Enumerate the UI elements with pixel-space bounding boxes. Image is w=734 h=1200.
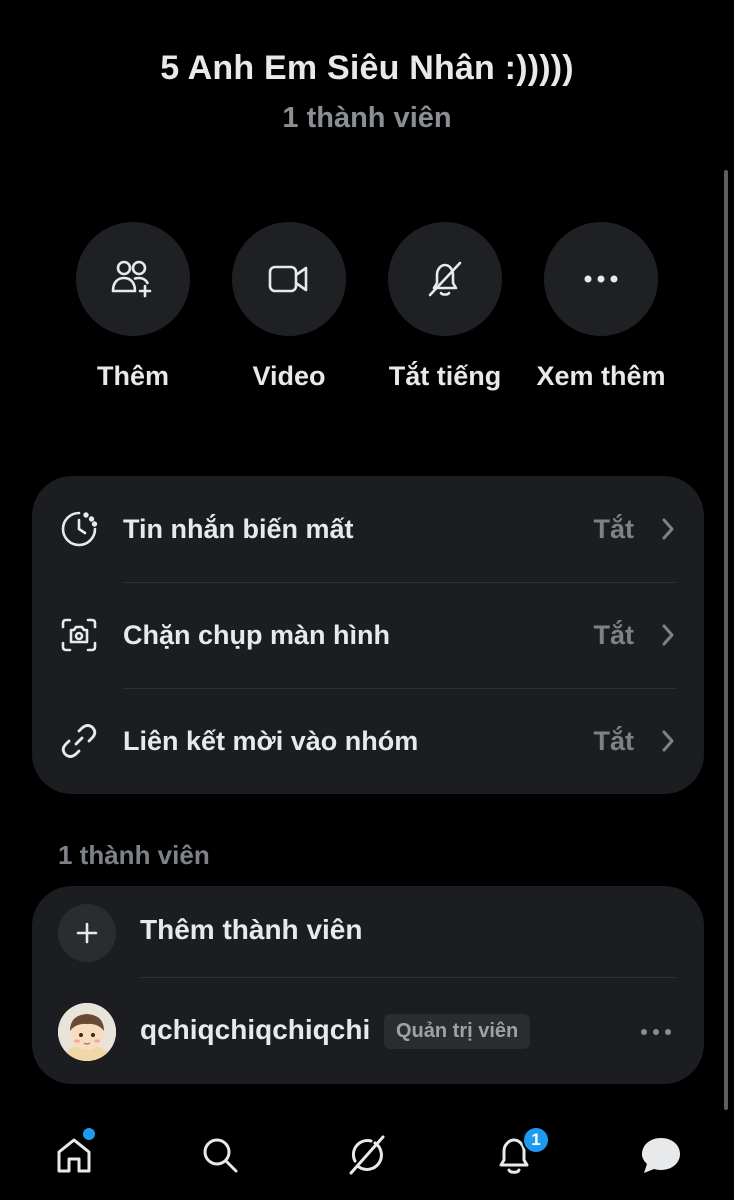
- messages-icon: [642, 1138, 680, 1173]
- notification-count-badge: 1: [522, 1126, 550, 1154]
- bottom-tab-bar: [0, 1110, 734, 1200]
- settings-row-screenshot-block[interactable]: Chặn chụp màn hình Tắt: [32, 582, 704, 688]
- avatar[interactable]: [58, 1003, 116, 1061]
- action-label-mute: Tắt tiếng: [388, 361, 502, 391]
- video-camera-icon: [268, 265, 308, 293]
- plus-icon: [76, 922, 98, 944]
- scrollbar[interactable]: [724, 170, 728, 1110]
- timer-icon: [58, 508, 100, 550]
- members-card: Thêm thành viên qchiqchiqchiqchi Quản tr…: [32, 886, 704, 1084]
- add-people-icon: [111, 260, 152, 298]
- settings-title: Tin nhắn biến mất: [123, 513, 354, 544]
- row-divider: [140, 977, 676, 978]
- settings-value: Tắt: [593, 619, 635, 650]
- search-icon: [203, 1138, 238, 1173]
- settings-value: Tắt: [593, 513, 635, 544]
- more-circle[interactable]: [544, 222, 658, 336]
- admin-badge: Quản trị viên: [384, 1014, 531, 1049]
- group-info-screen: 5 Anh Em Siêu Nhân :))))) 1 thành viên T…: [0, 0, 734, 1200]
- link-icon: [58, 720, 100, 762]
- chevron-right-icon: [658, 515, 678, 543]
- action-label-video: Video: [252, 361, 326, 391]
- member-username: qchiqchiqchiqchi: [140, 1014, 371, 1045]
- tab-messages[interactable]: [638, 1132, 684, 1178]
- settings-card: Tin nhắn biến mất Tắt Chặn chụp màn hình…: [32, 476, 704, 794]
- settings-title: Liên kết mời vào nhóm: [123, 725, 419, 756]
- add-member-button[interactable]: [58, 904, 116, 962]
- tab-grok[interactable]: [344, 1132, 390, 1178]
- home-unread-dot: [83, 1128, 95, 1140]
- members-section-label: 1 thành viên: [58, 840, 210, 870]
- mute-circle[interactable]: [388, 222, 502, 336]
- settings-value: Tắt: [593, 725, 635, 756]
- mute-button[interactable]: Tắt tiếng: [365, 222, 525, 394]
- video-circle[interactable]: [232, 222, 346, 336]
- member-more-button[interactable]: [638, 1020, 674, 1044]
- more-horizontal-icon: [584, 275, 618, 283]
- chevron-right-icon: [658, 727, 678, 755]
- settings-title: Chặn chụp màn hình: [123, 619, 390, 650]
- screenshot-block-icon: [58, 614, 100, 656]
- more-button[interactable]: Xem thêm: [521, 222, 681, 394]
- tab-search[interactable]: [197, 1132, 243, 1178]
- action-label-more: Xem thêm: [536, 361, 666, 391]
- group-member-count: 1 thành viên: [282, 102, 452, 134]
- settings-row-invite-link[interactable]: Liên kết mời vào nhóm Tắt: [32, 688, 704, 794]
- group-name: 5 Anh Em Siêu Nhân :))))): [160, 49, 574, 87]
- video-button[interactable]: Video: [209, 222, 369, 394]
- settings-row-disappearing-messages[interactable]: Tin nhắn biến mất Tắt: [32, 476, 704, 582]
- home-icon: [57, 1138, 91, 1173]
- add-people-circle[interactable]: [76, 222, 190, 336]
- bell-muted-icon: [428, 261, 462, 297]
- group-header: 5 Anh Em Siêu Nhân :))))) 1 thành viên: [0, 40, 734, 138]
- add-member-label[interactable]: Thêm thành viên: [140, 914, 362, 946]
- grok-icon: [349, 1135, 385, 1175]
- add-people-button[interactable]: Thêm: [53, 222, 213, 394]
- chevron-right-icon: [658, 621, 678, 649]
- more-horizontal-icon: [641, 1029, 671, 1035]
- action-label-add: Thêm: [96, 361, 169, 391]
